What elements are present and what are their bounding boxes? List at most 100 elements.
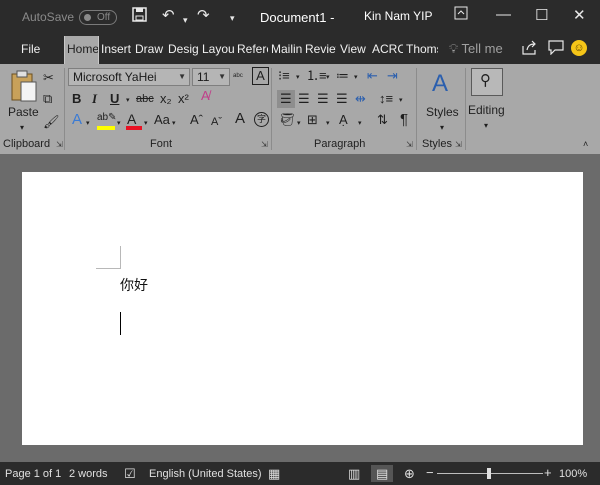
strikethrough-icon[interactable]: abc — [136, 91, 154, 107]
tab-thomson[interactable]: Thomson — [406, 42, 438, 56]
zoom-out-button[interactable]: − — [426, 465, 434, 480]
zoom-slider-thumb[interactable] — [487, 468, 491, 479]
proofing-icon[interactable]: ☑ — [124, 466, 136, 482]
change-case-dropdown-icon[interactable]: ▾ — [172, 116, 176, 132]
numbering-dropdown-icon[interactable]: ▾ — [326, 70, 330, 86]
tab-home[interactable]: Home — [64, 36, 99, 64]
change-case-abc-icon[interactable]: ᵃᵇᶜ — [233, 68, 243, 84]
shrink-font-icon[interactable]: Aˇ — [211, 114, 222, 130]
asian-layout-icon[interactable]: Ạ — [339, 112, 348, 128]
undo-icon[interactable]: ↶ — [162, 7, 175, 25]
text-effects-icon[interactable]: A — [72, 112, 82, 128]
subscript-icon[interactable]: x₂ — [160, 91, 172, 107]
document-text[interactable]: 你好 — [120, 275, 148, 295]
align-left-icon[interactable]: ☰ — [280, 91, 292, 107]
line-spacing-icon[interactable]: ↕≡ — [379, 91, 393, 107]
close-icon[interactable]: ✕ — [573, 6, 586, 24]
paragraph-launcher-icon[interactable]: ⇲ — [406, 140, 413, 149]
copy-icon[interactable]: ⧉ — [43, 91, 52, 107]
numbering-icon[interactable]: ⒈≡ — [306, 68, 327, 84]
enclose-characters-icon[interactable]: 字 — [254, 112, 269, 127]
styles-dropdown-icon[interactable]: ▾ — [440, 120, 444, 136]
user-name[interactable]: Kin Nam YIP — [364, 9, 432, 23]
change-case-icon[interactable]: Aa — [154, 112, 170, 128]
maximize-icon[interactable]: ☐ — [535, 6, 548, 24]
minimize-icon[interactable]: — — [496, 6, 511, 23]
bold-icon[interactable]: B — [72, 91, 81, 107]
share-icon[interactable] — [522, 40, 538, 59]
font-color-icon[interactable]: A — [127, 111, 136, 127]
align-right-icon[interactable]: ☰ — [317, 91, 329, 107]
asian-layout-dropdown-icon[interactable]: ▾ — [358, 116, 362, 132]
multilevel-list-icon[interactable]: ≔ — [336, 68, 349, 84]
styles-launcher-icon[interactable]: ⇲ — [455, 140, 462, 149]
tab-review[interactable]: Review — [305, 42, 336, 56]
tab-acrc[interactable]: ACRC — [372, 42, 403, 56]
superscript-icon[interactable]: x² — [178, 91, 189, 107]
editing-button[interactable]: ⚲ — [471, 68, 503, 96]
underline-dropdown-icon[interactable]: ▾ — [126, 93, 130, 109]
editing-label[interactable]: Editing — [468, 102, 505, 118]
language[interactable]: English (United States) — [149, 468, 262, 480]
print-layout-icon[interactable]: ▤ — [376, 466, 388, 482]
increase-indent-icon[interactable]: ⇥ — [387, 68, 398, 84]
save-icon[interactable] — [132, 7, 147, 27]
tab-layout[interactable]: Layout — [202, 42, 234, 56]
tab-view[interactable]: View — [340, 42, 369, 56]
tab-mailings[interactable]: Mailings — [271, 42, 302, 56]
undo-dropdown-icon[interactable]: ▾ — [183, 11, 188, 29]
word-count[interactable]: 2 words — [69, 468, 108, 480]
font-name-combo[interactable]: Microsoft YaHei ▼ — [68, 68, 190, 86]
justify-icon[interactable]: ☰ — [336, 91, 348, 107]
tab-references[interactable]: References — [237, 42, 268, 56]
decrease-indent-icon[interactable]: ⇤ — [367, 68, 378, 84]
italic-icon[interactable]: I — [92, 91, 97, 107]
tab-file[interactable]: File — [21, 42, 40, 56]
paste-icon[interactable] — [8, 70, 40, 106]
multilevel-list-dropdown-icon[interactable]: ▾ — [354, 70, 358, 86]
tab-design[interactable]: Design — [168, 42, 199, 56]
tell-me-search[interactable]: 💡︎ Tell me — [449, 41, 503, 57]
align-center-icon[interactable]: ☰ — [298, 91, 310, 107]
tab-draw[interactable]: Draw — [135, 42, 166, 56]
ribbon-display-options-icon[interactable] — [454, 6, 468, 24]
read-mode-icon[interactable]: ▥ — [348, 466, 360, 482]
format-painter-icon[interactable]: 🖌︎ — [43, 114, 60, 130]
comments-icon[interactable] — [548, 40, 564, 59]
document-page[interactable] — [22, 172, 583, 445]
redo-icon[interactable]: ↷ — [197, 7, 210, 25]
underline-icon[interactable]: U — [110, 91, 119, 107]
sort-icon[interactable]: ⇅ — [377, 112, 388, 128]
web-layout-icon[interactable]: ⊕ — [404, 466, 415, 482]
accessibility-icon[interactable]: ▦ — [268, 466, 280, 482]
bullets-dropdown-icon[interactable]: ▾ — [296, 70, 300, 86]
customize-toolbar-icon[interactable]: ▾ — [230, 9, 235, 27]
character-shading-icon[interactable]: A — [235, 111, 245, 127]
shading-dropdown-icon[interactable]: ▾ — [297, 116, 301, 132]
font-launcher-icon[interactable]: ⇲ — [261, 140, 268, 149]
font-size-combo[interactable]: 11 ▼ — [192, 68, 230, 86]
borders-dropdown-icon[interactable]: ▾ — [326, 116, 330, 132]
page-count[interactable]: Page 1 of 1 — [5, 468, 61, 480]
clipboard-launcher-icon[interactable]: ⇲ — [56, 140, 63, 149]
editing-dropdown-icon[interactable]: ▾ — [484, 118, 488, 134]
feedback-smiley-icon[interactable]: ☺ — [571, 40, 587, 56]
grow-font-icon[interactable]: Aˆ — [190, 112, 203, 128]
styles-label[interactable]: Styles — [426, 104, 459, 120]
highlight-dropdown-icon[interactable]: ▾ — [117, 116, 121, 132]
distributed-icon[interactable]: ⇹ — [355, 91, 366, 107]
character-border-icon[interactable]: A — [252, 67, 269, 85]
styles-icon[interactable]: A — [432, 70, 448, 98]
bullets-icon[interactable]: ⁝≡ — [278, 68, 290, 84]
tab-insert[interactable]: Insert — [101, 42, 132, 56]
clear-formatting-icon[interactable]: A̸ — [201, 88, 210, 104]
show-formatting-marks-icon[interactable]: ¶ — [400, 112, 408, 128]
shading-icon[interactable]: 🪣︎ — [279, 112, 296, 128]
zoom-in-button[interactable]: + — [544, 465, 552, 480]
autosave-toggle[interactable]: Off — [79, 10, 117, 25]
line-spacing-dropdown-icon[interactable]: ▾ — [399, 93, 403, 109]
text-effects-dropdown-icon[interactable]: ▾ — [86, 116, 90, 132]
borders-icon[interactable]: ⊞ — [307, 112, 318, 128]
font-color-dropdown-icon[interactable]: ▾ — [144, 116, 148, 132]
zoom-level[interactable]: 100% — [559, 468, 587, 480]
